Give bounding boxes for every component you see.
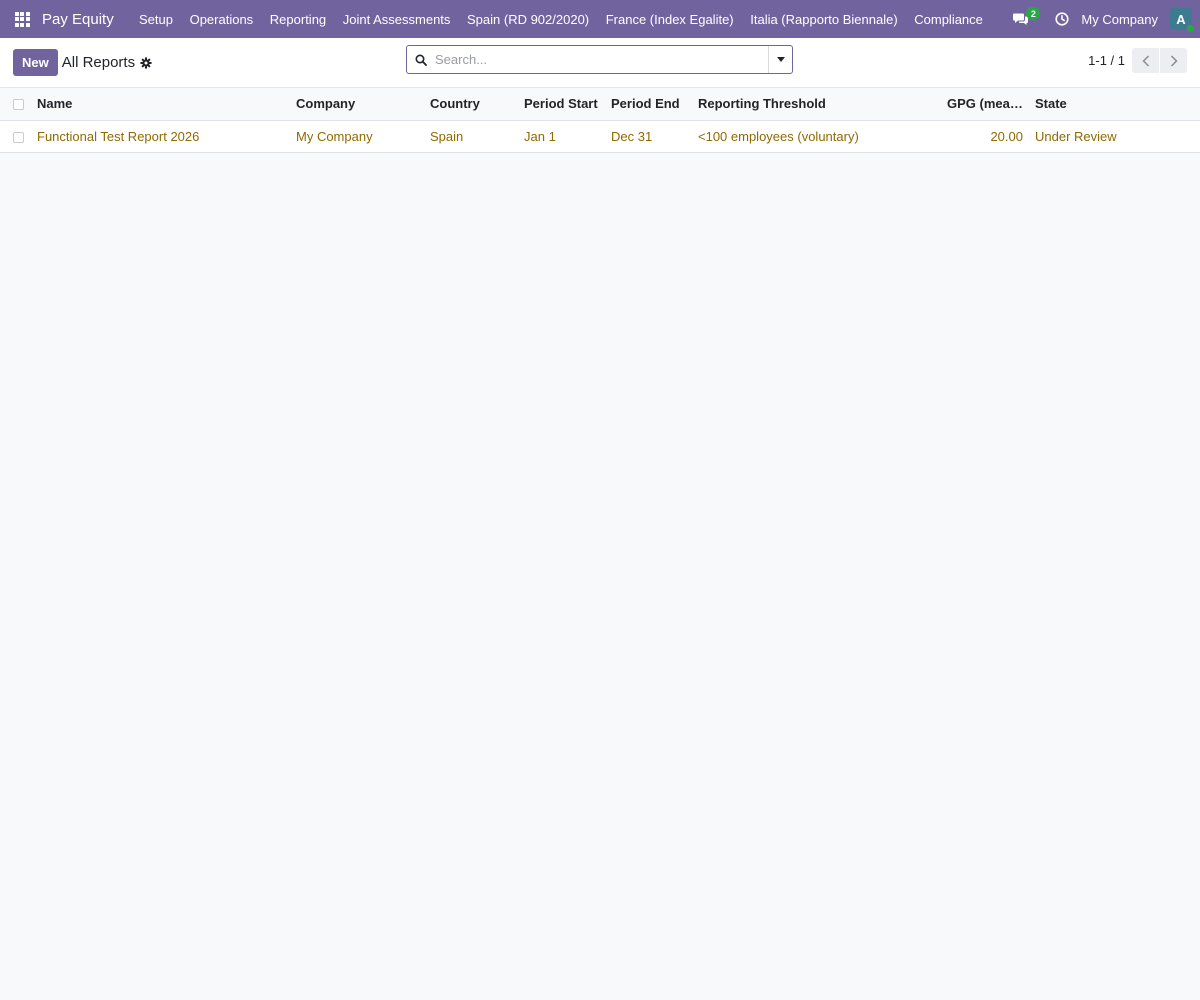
search-input[interactable] [435,46,768,73]
search-options-toggle[interactable] [768,46,792,73]
main-menu: Setup Operations Reporting Joint Assessm… [131,0,991,38]
column-header-gpg-mean[interactable]: GPG (mean)... [943,88,1031,120]
menu-item-compliance[interactable]: Compliance [906,0,991,38]
cell-company[interactable]: My Company [292,120,426,152]
menu-item-setup[interactable]: Setup [131,0,182,38]
menu-item-joint-assessments[interactable]: Joint Assessments [334,0,458,38]
column-header-reporting-threshold[interactable]: Reporting Threshold [694,88,943,120]
pager-next-button[interactable] [1160,48,1187,73]
cell-name[interactable]: Functional Test Report 2026 [33,120,292,152]
cell-period-start[interactable]: Jan 1 [520,120,607,152]
new-button[interactable]: New [13,49,58,76]
reports-list: Name Company Country Period Start Period… [0,88,1200,153]
menu-item-reporting[interactable]: Reporting [261,0,334,38]
search-icon [407,53,435,66]
caret-down-icon [776,57,785,62]
presence-status-icon [1186,24,1195,33]
app-brand[interactable]: Pay Equity [42,11,114,28]
menu-item-italia[interactable]: Italia (Rapporto Biennale) [742,0,906,38]
cell-country[interactable]: Spain [426,120,520,152]
menu-item-spain[interactable]: Spain (RD 902/2020) [459,0,598,38]
top-navbar: Pay Equity Setup Operations Reporting Jo… [0,0,1200,38]
row-checkbox[interactable] [13,131,24,143]
column-header-period-end[interactable]: Period End [607,88,694,120]
select-all-checkbox[interactable] [13,99,24,111]
pager-value[interactable]: 1-1 / 1 [1088,53,1125,68]
row-select-cell [0,120,33,152]
control-panel: New All Reports Search... 1-1 / 1 [0,38,1200,88]
menu-item-france[interactable]: France (Index Egalite) [597,0,742,38]
avatar-initial: A [1176,11,1186,27]
list-header: Name Company Country Period Start Period… [0,88,1200,120]
company-switcher[interactable]: My Company [1081,12,1158,27]
menu-item-operations[interactable]: Operations [181,0,261,38]
cell-period-end[interactable]: Dec 31 [607,120,694,152]
cell-state[interactable]: Under Review [1031,120,1200,152]
column-header-company[interactable]: Company [292,88,426,120]
messages-count-badge: 2 [1026,7,1041,20]
select-all-cell [0,88,33,120]
chevron-right-icon [1170,54,1178,67]
messages-icon[interactable]: 2 [1009,7,1041,31]
gear-icon[interactable] [140,56,152,69]
breadcrumb: All Reports [62,54,152,71]
navbar-systray: 2 My Company A [1009,0,1195,38]
page-title: All Reports [61,54,136,71]
column-header-state[interactable]: State [1031,88,1200,120]
apps-menu-icon[interactable] [12,9,32,29]
chevron-left-icon [1141,54,1149,67]
table-row[interactable]: Functional Test Report 2026 My Company S… [0,120,1200,152]
column-header-period-start[interactable]: Period Start [520,88,607,120]
cell-gpg-mean[interactable]: 20.00 [943,120,1031,152]
pager: 1-1 / 1 [1088,48,1187,73]
activity-clock-icon[interactable] [1053,10,1071,28]
column-header-name[interactable]: Name [33,88,292,120]
user-avatar[interactable]: A [1170,8,1195,33]
pager-previous-button[interactable] [1132,48,1159,73]
column-header-country[interactable]: Country [426,88,520,120]
search-bar [406,45,793,74]
cell-reporting-threshold[interactable]: <100 employees (voluntary) [694,120,943,152]
